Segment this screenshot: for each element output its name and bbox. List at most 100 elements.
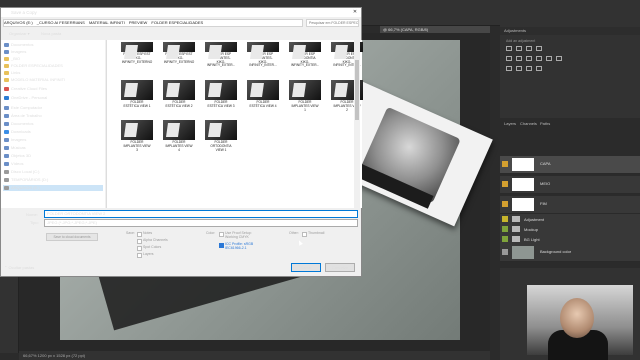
eye-icon[interactable] <box>502 226 508 232</box>
file-item[interactable]: FOLDER ESTÉTICA VIEW 2 <box>159 80 199 109</box>
folder-icon <box>4 78 9 82</box>
layer-thumbnail <box>512 158 534 171</box>
eye-icon[interactable] <box>502 161 508 167</box>
file-item[interactable]: FOLDER ESP EST KIKO- INFINITY_EXTERNO <box>159 42 199 64</box>
nav-item[interactable]: FOLDER ESPECIALIDADES <box>4 63 63 69</box>
thumbnail-label: Thumbnail <box>308 231 325 235</box>
posterize-icon[interactable] <box>516 66 522 71</box>
hide-folders-toggle[interactable]: ⌃ Ocultar pastas <box>4 265 34 270</box>
icc-profile-checkbox[interactable] <box>219 243 224 248</box>
scrollbar-thumb[interactable] <box>355 60 359 120</box>
threshold-icon[interactable] <box>526 66 532 71</box>
file-item[interactable]: FOLDER IMPLANTES VIEW 2 <box>327 80 367 112</box>
thumbnail-checkbox[interactable] <box>302 232 307 237</box>
filename-label: Nome: <box>26 212 38 217</box>
file-item[interactable]: FOLDER ESP IMPLANTES- KIKO- INFINITY_EXTER.… <box>201 42 241 68</box>
save-to-cloud-button[interactable]: Save to cloud documents <box>46 233 98 241</box>
organize-button[interactable]: Organizar ▾ <box>9 29 30 38</box>
nav-item[interactable]: Imagens <box>4 137 26 143</box>
file-thumbnail <box>205 120 237 140</box>
file-item[interactable]: FOLDER IMPLANTES VIEW 3 <box>117 120 157 152</box>
nav-item[interactable]: Músicas <box>4 145 26 151</box>
nav-item[interactable]: Área de Trabalho <box>4 113 42 119</box>
black-white-icon[interactable] <box>536 56 542 61</box>
levels-icon[interactable] <box>516 46 522 51</box>
search-input[interactable]: Pesquisar em FOLDER ESPEC... <box>306 19 359 27</box>
file-item[interactable]: FOLDER ESP ORTODONTIA KIKO- INFINITY_EXTER.… <box>285 42 325 68</box>
nav-item[interactable]: _BIO <box>4 56 20 62</box>
file-thumbnail <box>205 42 237 52</box>
breadcrumb-item[interactable]: MATERIAL INFINITI <box>89 20 125 26</box>
nav-item[interactable]: Este Computador <box>4 105 42 111</box>
filetype-select[interactable]: JPEG (*.JPG;*.JPEG;*.JPE) <box>44 219 358 227</box>
tab-paths[interactable]: Paths <box>540 120 550 128</box>
close-icon[interactable]: ✕ <box>350 8 360 17</box>
folder-icon <box>512 236 520 242</box>
nav-item[interactable]: Disco Local (C:) <box>4 169 39 175</box>
layer-row[interactable]: CAPA <box>500 156 640 174</box>
cancel-button[interactable]: Cancelar <box>325 263 355 272</box>
eye-icon[interactable] <box>502 201 508 207</box>
tab-adjustments[interactable]: Adjustments <box>504 27 526 35</box>
nav-item[interactable]: Imagens <box>4 49 26 55</box>
eye-icon[interactable] <box>502 249 508 255</box>
file-item[interactable]: FOLDER ESTÉTICA VIEW 4 <box>243 80 283 109</box>
nav-item[interactable]: Documentos <box>4 42 33 48</box>
alpha-channels-checkbox[interactable] <box>137 239 142 244</box>
filename-input[interactable]: FOLDER ORTODONTIA VIEW 2 <box>44 210 358 218</box>
nav-item-selected[interactable]: ARQUIVOS (E:) <box>3 185 103 191</box>
objects-3d-icon <box>4 154 9 158</box>
hue-saturation-icon[interactable] <box>516 56 522 61</box>
file-item[interactable]: FOLDER ESTÉTICA VIEW 1 <box>117 80 157 109</box>
file-item[interactable]: FOLDER IMPLANTES VIEW 4 <box>159 120 199 152</box>
layers-checkbox[interactable] <box>137 253 142 258</box>
file-item[interactable]: FOLDER ESP ORTODONTIA KIKO- INFINITY_INTER.… <box>327 42 367 68</box>
color-balance-icon[interactable] <box>526 56 532 61</box>
nav-item[interactable]: Links <box>4 70 20 76</box>
use-proof-setup-checkbox[interactable] <box>219 232 224 237</box>
eye-icon[interactable] <box>502 216 508 222</box>
layer-row[interactable]: Background color <box>500 244 640 262</box>
exposure-icon[interactable] <box>536 46 542 51</box>
file-item[interactable]: FOLDER ESP IMPLANTES- KIKO- INFINITY_INTER.… <box>243 42 283 68</box>
eye-icon[interactable] <box>502 181 508 187</box>
file-item[interactable]: FOLDER ORTODONTIA VIEW 1 <box>201 120 241 152</box>
tab-layers[interactable]: Layers <box>504 120 516 128</box>
spot-colors-checkbox[interactable] <box>137 246 142 251</box>
nav-item[interactable]: Downloads <box>4 129 31 135</box>
file-item[interactable]: FOLDER ESP EST KIKO- INFINITY_EXTERNO <box>117 42 157 64</box>
file-item[interactable]: FOLDER ESTÉTICA VIEW 3 <box>201 80 241 109</box>
save-button[interactable]: Salvar <box>291 263 321 272</box>
layer-row[interactable]: MEIO <box>500 176 640 194</box>
nav-item[interactable]: Creative Cloud Files <box>4 86 47 92</box>
curves-icon[interactable] <box>526 46 532 51</box>
breadcrumb-item[interactable]: FOLDER ESPECIALIDADES <box>151 20 203 26</box>
breadcrumb-item[interactable]: ARQUIVOS (E:) <box>4 20 33 26</box>
drive-icon <box>4 186 9 190</box>
nav-item[interactable]: OneDrive - Personal <box>4 95 47 101</box>
file-thumbnail <box>289 80 321 100</box>
breadcrumb-item[interactable]: _CURSO AI FESERRIANS <box>37 20 85 26</box>
nav-item[interactable]: Documentos <box>4 121 33 127</box>
gradient-map-icon[interactable] <box>536 66 542 71</box>
downloads-icon <box>4 130 9 134</box>
nav-item[interactable]: Objetos 3D <box>4 153 31 159</box>
address-bar[interactable]: ARQUIVOS (E:) _CURSO AI FESERRIANS MATER… <box>3 19 303 27</box>
invert-icon[interactable] <box>506 66 512 71</box>
nav-item[interactable]: Vídeos <box>4 161 23 167</box>
notes-checkbox[interactable] <box>137 232 142 237</box>
creative-cloud-icon <box>4 87 9 91</box>
document-tab[interactable]: @ 66,7% (CAPA, RGB/8) <box>380 26 490 33</box>
layer-row[interactable]: FIM <box>500 196 640 214</box>
photo-filter-icon[interactable] <box>546 56 552 61</box>
vibrance-icon[interactable] <box>506 56 512 61</box>
new-folder-button[interactable]: Nova pasta <box>41 29 61 38</box>
file-item[interactable]: FOLDER IMPLANTES VIEW 1 <box>285 80 325 112</box>
breadcrumb-item[interactable]: PREVIEW <box>129 20 147 26</box>
nav-item[interactable]: MODELO MATERIAL INFINITI <box>4 77 65 83</box>
channel-mixer-icon[interactable] <box>556 56 562 61</box>
tab-channels[interactable]: Channels <box>520 120 537 128</box>
eye-icon[interactable] <box>502 236 508 242</box>
nav-item[interactable]: TEMPORÁRIOS (D:) <box>4 177 48 183</box>
brightness-icon[interactable] <box>506 46 512 51</box>
